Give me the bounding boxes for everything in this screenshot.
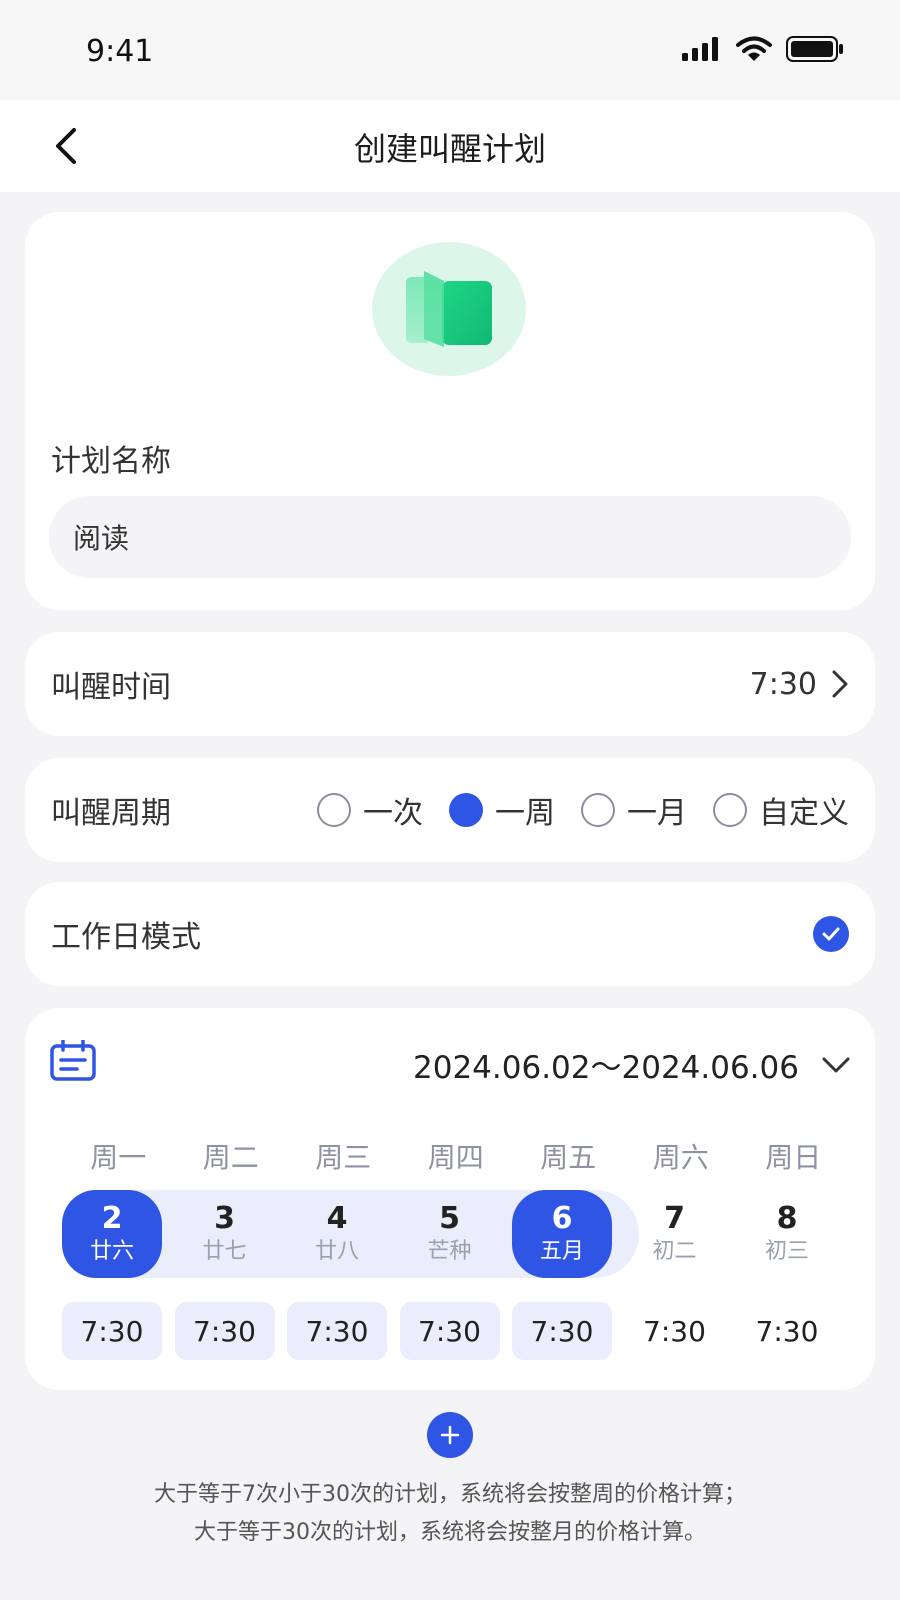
weekday-label: 周一	[90, 1141, 147, 1174]
weekday-label: 周二	[202, 1141, 259, 1174]
weekday-header: 周一 周二 周三 周四 周五 周六 周日	[62, 1136, 850, 1176]
plan-name-card: 计划名称	[25, 212, 875, 610]
time-row: 7:30 7:30 7:30 7:30 7:30 7:30 7:30	[62, 1302, 837, 1360]
pricing-note-line: 大于等于30次的计划，系统将会按整月的价格计算。	[194, 1520, 706, 1545]
cycle-option-label: 一月	[627, 796, 687, 831]
weekday-label: 周五	[540, 1141, 597, 1174]
workday-mode-checkbox[interactable]	[813, 916, 849, 952]
cycle-option-custom[interactable]: 自定义	[713, 788, 849, 832]
radio-unchecked-icon	[317, 793, 351, 827]
day-lunar: 廿七	[202, 1239, 247, 1264]
signal-icon	[682, 37, 718, 61]
day-cell[interactable]: 4 廿八	[287, 1190, 387, 1278]
weekday-label: 周四	[427, 1141, 484, 1174]
workday-mode-label: 工作日模式	[51, 920, 201, 955]
cycle-option-label: 自定义	[759, 796, 849, 831]
day-time-chip[interactable]: 7:30	[174, 1302, 275, 1360]
calendar-icon	[50, 1040, 96, 1081]
day-lunar: 五月	[539, 1239, 584, 1264]
day-number: 6	[551, 1201, 573, 1236]
radio-unchecked-icon	[713, 793, 747, 827]
weekday-label: 周三	[315, 1141, 372, 1174]
cycle-option-once[interactable]: 一次	[317, 788, 423, 832]
day-row: 2 廿六 3 廿七 4 廿八 5 芒种 6 五月 7 初二 8 初三	[62, 1190, 837, 1278]
day-lunar: 初二	[652, 1239, 697, 1264]
day-number: 4	[326, 1201, 348, 1236]
calendar-card: 2024.06.02～2024.06.06 周一 周二 周三 周四 周五 周六 …	[25, 1008, 875, 1390]
chevron-right-icon	[832, 670, 848, 698]
day-time-chip[interactable]: 7:30	[287, 1302, 387, 1360]
status-icons	[682, 36, 844, 62]
day-number: 7	[664, 1201, 685, 1236]
pricing-note-line: 大于等于7次小于30次的计划，系统将会按整周的价格计算；	[154, 1482, 746, 1507]
day-cell[interactable]: 5 芒种	[400, 1190, 500, 1278]
chevron-down-icon	[822, 1057, 850, 1072]
day-time-chip[interactable]: 7:30	[737, 1302, 837, 1360]
day-cell[interactable]: 3 廿七	[175, 1190, 275, 1278]
plan-name-label: 计划名称	[51, 444, 171, 479]
wake-time-label: 叫醒时间	[51, 670, 171, 705]
day-lunar: 廿八	[314, 1239, 359, 1264]
day-number: 2	[101, 1201, 123, 1236]
battery-icon	[786, 36, 843, 62]
cycle-option-label: 一周	[495, 796, 555, 831]
day-cell-start[interactable]: 2 廿六	[62, 1190, 162, 1278]
cycle-option-label: 一次	[363, 796, 423, 831]
date-range-value: 2024.06.02～2024.06.06	[413, 1050, 799, 1086]
day-cell[interactable]: 7 初二	[625, 1190, 725, 1278]
plan-name-input[interactable]	[49, 496, 851, 578]
day-time-chip[interactable]: 7:30	[62, 1302, 162, 1360]
workday-mode-row: 工作日模式	[25, 882, 875, 986]
wake-cycle-row: 叫醒周期 一次 一周 一月 自定义	[25, 758, 875, 862]
page-title: 创建叫醒计划	[353, 130, 546, 168]
day-lunar: 廿六	[89, 1239, 134, 1264]
wake-cycle-label: 叫醒周期	[51, 796, 171, 831]
wifi-icon	[736, 36, 772, 61]
weekday-label: 周六	[652, 1141, 709, 1174]
day-lunar: 芒种	[427, 1239, 472, 1264]
radio-checked-icon	[449, 793, 483, 827]
day-number: 3	[214, 1201, 235, 1236]
book-icon	[406, 271, 492, 347]
plan-icon-button[interactable]	[372, 242, 526, 376]
cycle-option-week[interactable]: 一周	[449, 788, 555, 832]
date-range-dropdown[interactable]: 2024.06.02～2024.06.06	[413, 1042, 851, 1087]
wake-time-row[interactable]: 叫醒时间 7:30	[25, 632, 875, 736]
weekday-label: 周日	[765, 1141, 822, 1174]
status-time: 9:41	[86, 34, 154, 69]
status-bar: 9:41	[0, 0, 900, 100]
radio-unchecked-icon	[581, 793, 615, 827]
nav-bar: 创建叫醒计划	[0, 100, 900, 192]
plus-icon	[440, 1425, 460, 1445]
cycle-radio-group: 一次 一周 一月 自定义	[317, 788, 849, 832]
day-cell[interactable]: 8 初三	[737, 1190, 837, 1278]
pricing-notes: 大于等于7次小于30次的计划，系统将会按整周的价格计算； 大于等于30次的计划，…	[0, 1476, 900, 1552]
day-cell-end[interactable]: 6 五月	[512, 1190, 612, 1278]
wake-time-value: 7:30	[749, 666, 817, 702]
day-time-chip[interactable]: 7:30	[399, 1302, 500, 1360]
wake-time-value-group: 7:30	[750, 667, 849, 702]
cycle-option-month[interactable]: 一月	[581, 788, 687, 832]
day-time-chip[interactable]: 7:30	[512, 1302, 612, 1360]
day-number: 5	[439, 1201, 460, 1236]
day-time-chip[interactable]: 7:30	[625, 1302, 725, 1360]
check-icon	[822, 927, 840, 941]
day-lunar: 初三	[764, 1239, 809, 1264]
add-button[interactable]	[427, 1412, 473, 1458]
day-number: 8	[776, 1201, 798, 1236]
